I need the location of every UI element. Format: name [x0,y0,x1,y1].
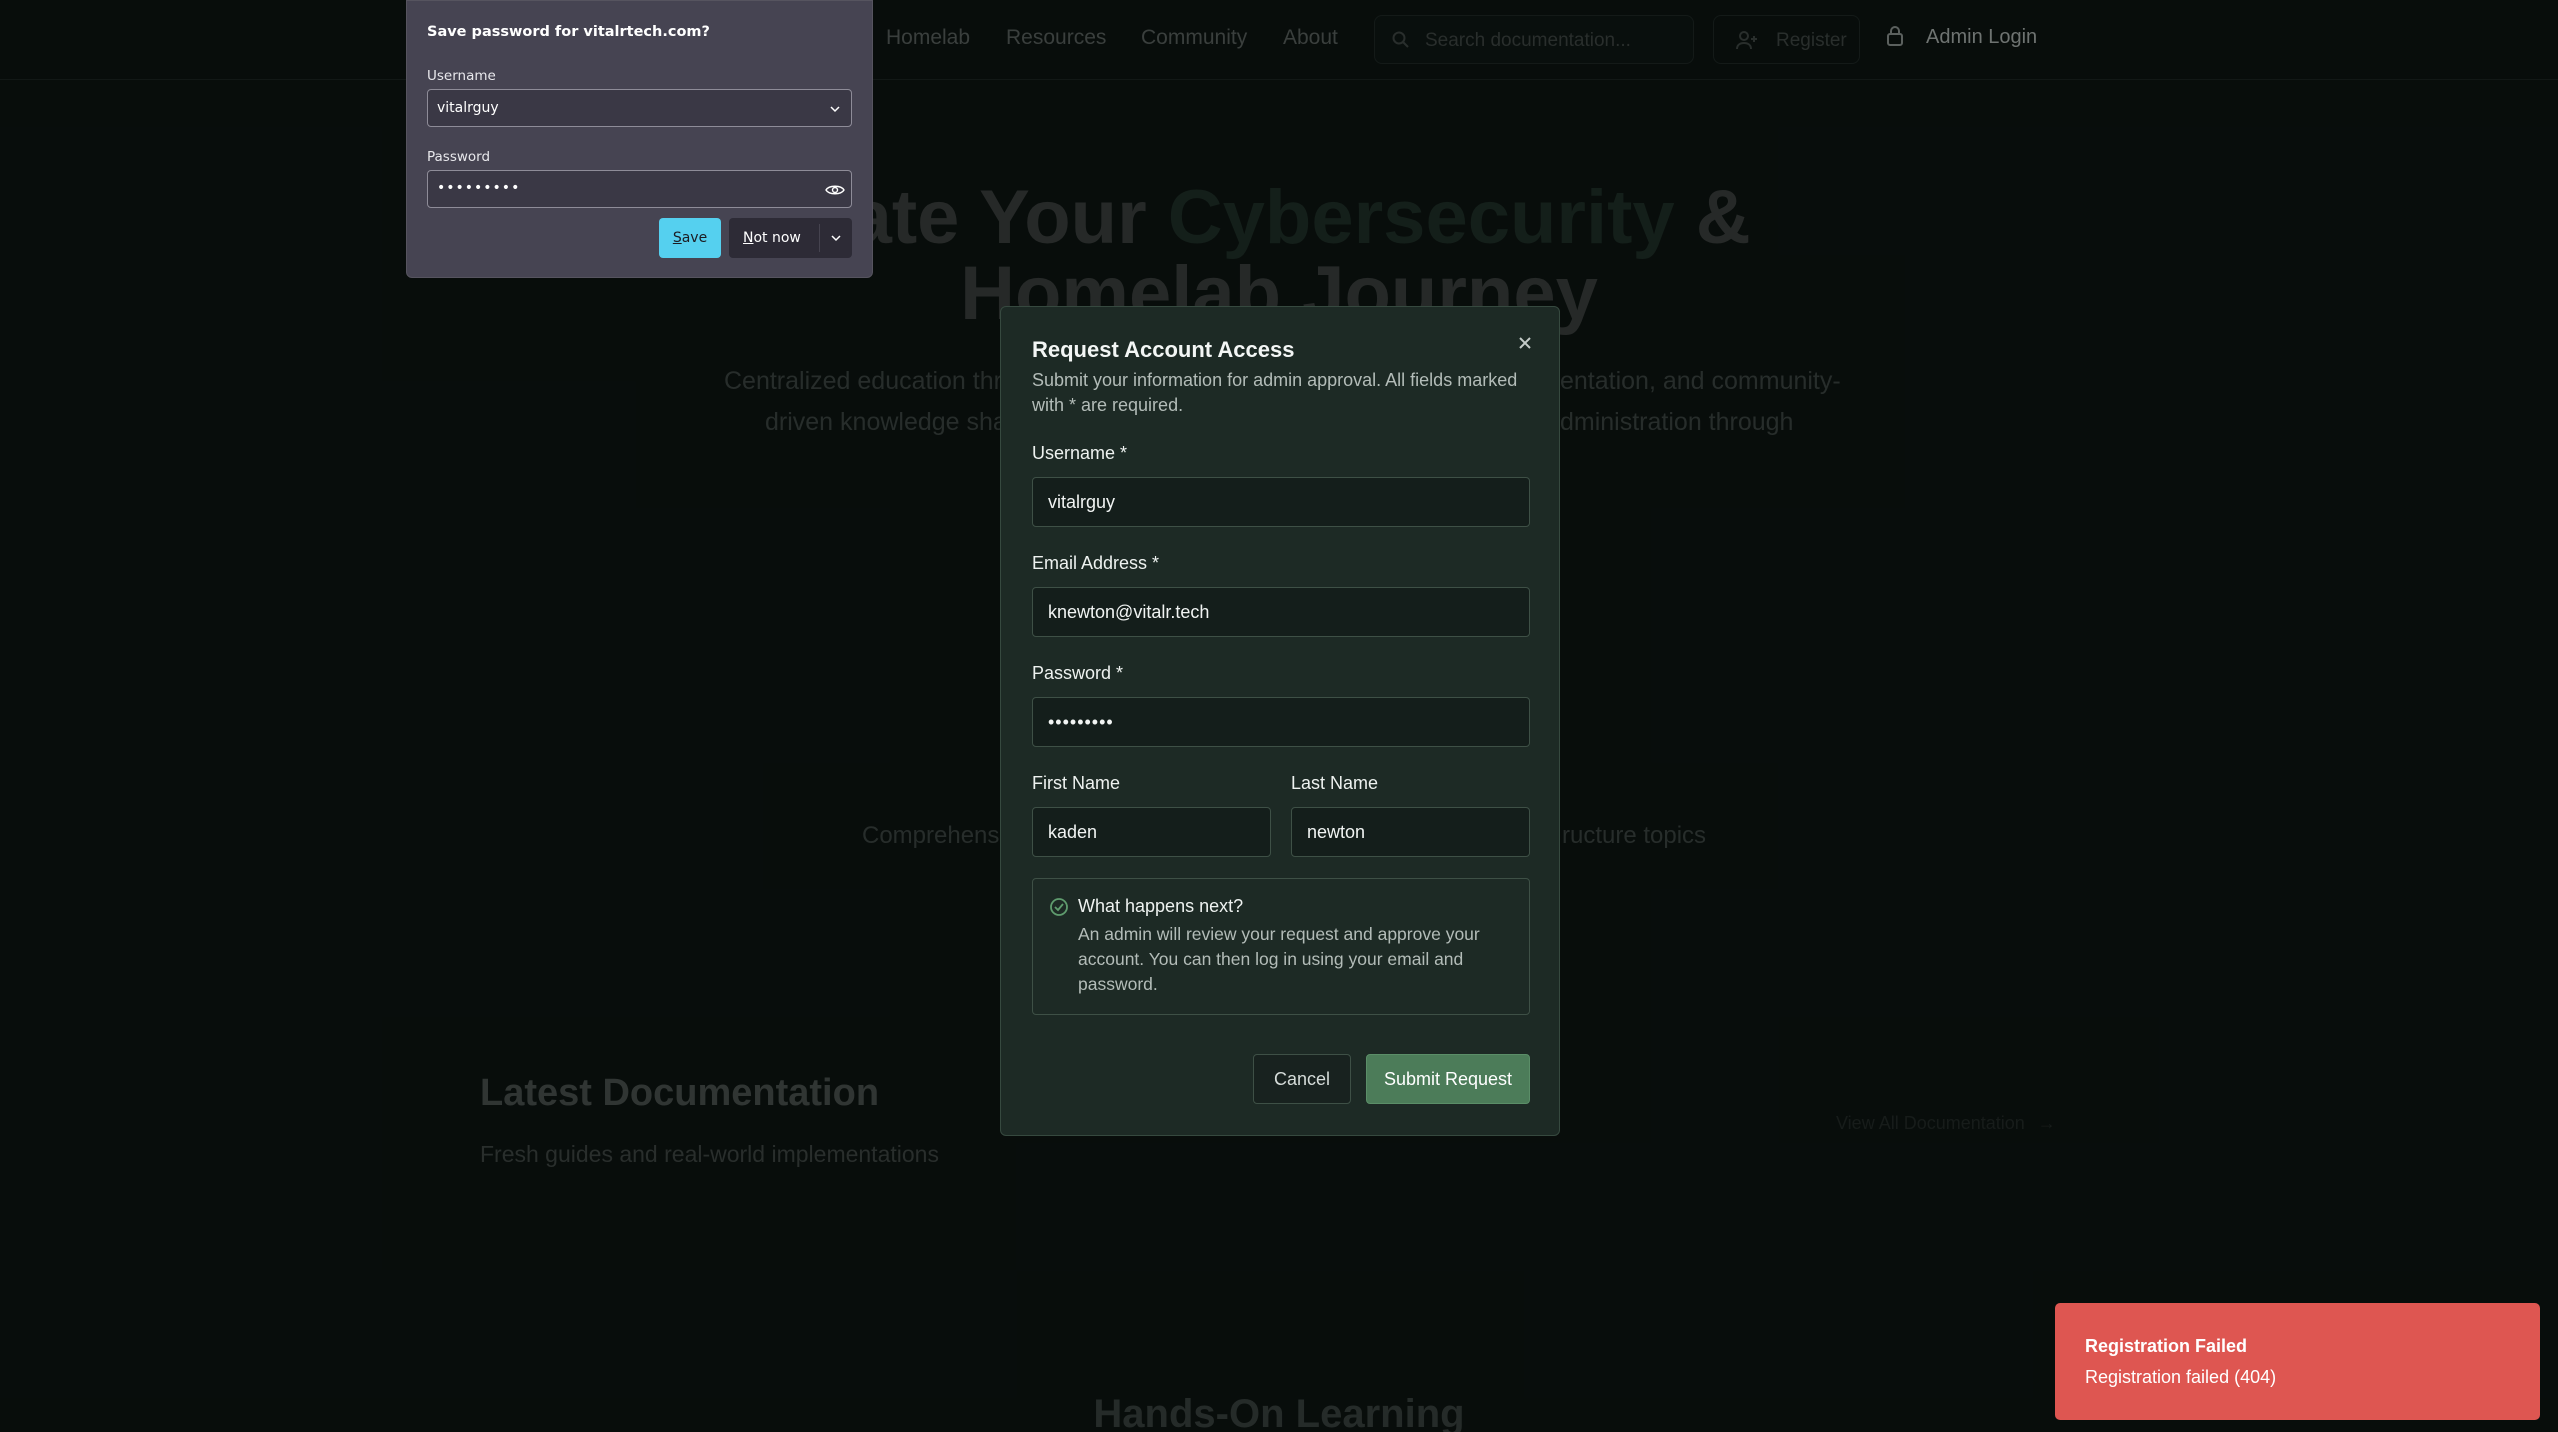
email-field[interactable] [1032,587,1530,637]
last-name-label: Last Name [1291,773,1379,793]
info-box-title: What happens next? [1078,896,1244,916]
request-access-modal: Request Account Access Submit your infor… [1000,306,1560,1136]
check-circle-icon [1050,898,1068,916]
username-label: Username * [1032,443,1128,463]
password-label: Password * [1032,663,1124,683]
popup-username-value: vitalrguy [437,100,499,116]
popup-username-select[interactable]: vitalrguy [427,89,852,127]
email-label: Email Address * [1032,553,1160,573]
password-field[interactable] [1032,697,1530,747]
submit-request-button[interactable]: Submit Request [1366,1054,1530,1104]
toast-message: Registration failed (404) [2085,1367,2277,1387]
first-name-field[interactable] [1032,807,1271,857]
popup-password-label: Password [427,149,491,165]
save-password-popup: Save password for vitalrtech.com? Userna… [406,0,873,278]
error-toast[interactable]: Registration Failed Registration failed … [2055,1303,2540,1420]
close-icon[interactable] [1511,329,1539,357]
cancel-button[interactable]: Cancel [1253,1054,1351,1104]
info-box: What happens next? An admin will review … [1032,878,1530,1015]
modal-title: Request Account Access [1032,337,1295,362]
toast-title: Registration Failed [2085,1336,2248,1356]
popup-password-field[interactable]: ••••••••• [427,170,852,208]
modal-description: Submit your information for admin approv… [1032,370,1518,415]
first-name-label: First Name [1032,773,1121,793]
last-name-field[interactable] [1291,807,1530,857]
popup-username-label: Username [427,68,496,84]
chevron-down-icon [830,106,840,113]
chevron-down-icon[interactable] [829,231,843,245]
username-field[interactable] [1032,477,1530,527]
save-password-button[interactable]: Save [659,218,721,258]
eye-icon[interactable] [825,182,845,198]
not-now-button[interactable]: Not now [729,218,852,258]
button-divider [819,224,820,252]
popup-title: Save password for vitalrtech.com? [427,24,710,40]
info-box-text: An admin will review your request and ap… [1078,924,1480,994]
popup-password-value: ••••••••• [437,180,521,196]
